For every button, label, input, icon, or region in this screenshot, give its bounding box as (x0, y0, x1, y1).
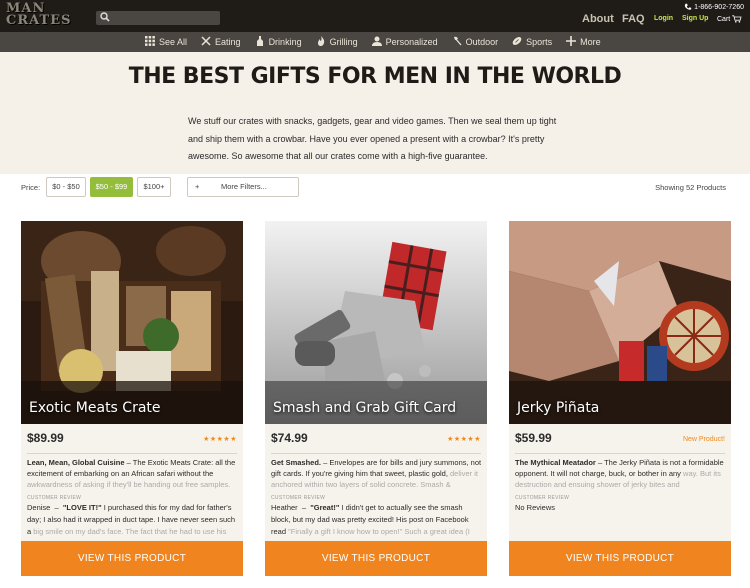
view-product-button[interactable]: VIEW THIS PRODUCT (509, 541, 731, 576)
view-product-button[interactable]: VIEW THIS PRODUCT (21, 541, 243, 576)
customer-review: No Reviews (515, 502, 727, 538)
review-label: CUSTOMER REVIEW (271, 495, 326, 501)
product-count: Showing 52 Products (655, 183, 726, 192)
nav-label: See All (159, 37, 188, 47)
review-author: Heather (271, 503, 298, 512)
grid-icon (145, 36, 155, 46)
description-title: Get Smashed. (271, 458, 322, 467)
customer-review: Denise – "LOVE IT!" I purchased this for… (27, 503, 236, 536)
product-name: Smash and Grab Gift Card (273, 400, 457, 416)
plus-icon: + (195, 182, 200, 191)
view-product-button[interactable]: VIEW THIS PRODUCT (265, 541, 487, 576)
review-fade: big smile on my dad's face. The fact tha… (33, 527, 227, 536)
nav-label: Grilling (329, 37, 358, 47)
review-author: Denise (27, 503, 51, 512)
filter-bar: Price: $0 - $50 $50 - $99 $100+ + More F… (0, 174, 750, 220)
product-card: Smash and Grab Gift Card $74.99 ★★★★★ Ge… (265, 221, 487, 576)
rating-stars: ★★★★★ (447, 436, 481, 443)
divider (271, 453, 481, 454)
nav-label: Drinking (268, 37, 302, 47)
search-icon[interactable] (100, 12, 110, 22)
review-quote: "LOVE IT!" (62, 503, 102, 512)
new-product-badge: New Product! (682, 436, 725, 443)
axe-icon (453, 36, 462, 46)
gift-card-photo (265, 221, 487, 424)
nav-label: Outdoor (465, 37, 499, 47)
top-bar: MAN CRATES 1-866-902-7260 About FAQ Logi… (0, 0, 750, 32)
nav-item-outdoor[interactable]: Outdoor (452, 32, 499, 52)
utensils-icon (201, 36, 211, 46)
product-card: Exotic Meats Crate $89.99 ★★★★★ Lean, Me… (21, 221, 243, 576)
nav-item-eating[interactable]: Eating (201, 32, 241, 52)
price-filter-100-plus[interactable]: $100+ (137, 177, 171, 197)
login-link[interactable]: Login (654, 15, 673, 22)
hero-section: THE BEST GIFTS FOR MEN IN THE WORLD We s… (0, 52, 750, 174)
nav-item-sports[interactable]: Sports (512, 32, 552, 52)
nav-item-more[interactable]: More (566, 32, 601, 52)
product-image[interactable]: Jerky Piñata (509, 221, 731, 424)
nav-item-see-all[interactable]: See All (145, 32, 187, 52)
description-title: Lean, Mean, Global Cuisine (27, 458, 125, 467)
about-link[interactable]: About (582, 13, 614, 25)
description-fade: awkwardness of asking if they'll be hand… (27, 480, 231, 489)
faq-link[interactable]: FAQ (622, 13, 645, 25)
page-title: THE BEST GIFTS FOR MEN IN THE WORLD (128, 64, 622, 89)
rating-stars: ★★★★★ (203, 436, 237, 443)
product-name: Jerky Piñata (517, 400, 600, 416)
description-title: The Mythical Meatador (515, 458, 596, 467)
nav-label: Sports (526, 37, 553, 47)
price-label: Price: (21, 183, 41, 192)
nav-label: Eating (215, 37, 241, 47)
football-icon (512, 37, 522, 45)
price-filter-0-50[interactable]: $0 - $50 (46, 177, 86, 197)
nav-item-personalized[interactable]: Personalized (371, 32, 438, 52)
product-description: The Mythical Meatador – The Jerky Piñata… (515, 457, 727, 491)
category-nav: See All Eating Drinking Grilling Persona… (0, 32, 750, 52)
signup-link[interactable]: Sign Up (682, 15, 708, 22)
phone-number[interactable]: 1-866-902-7260 (684, 3, 744, 11)
product-card: Jerky Piñata $59.99 New Product! The Myt… (509, 221, 731, 576)
customer-review: Heather – "Great!" I didn't get to actua… (271, 502, 483, 538)
more-filters-button[interactable]: + More Filters... (187, 177, 299, 197)
cart-label: Cart (717, 15, 731, 23)
price-filter-50-99[interactable]: $50 - $99 (90, 177, 133, 197)
divider (515, 453, 725, 454)
pinata-photo (509, 221, 731, 424)
person-icon (371, 36, 382, 46)
logo[interactable]: MAN CRATES (6, 2, 86, 29)
divider (27, 453, 237, 454)
review-text: No Reviews (515, 503, 556, 512)
logo-line-2: CRATES (6, 13, 72, 28)
search-input[interactable] (96, 11, 220, 25)
product-price: $89.99 (27, 431, 64, 445)
product-price: $74.99 (271, 431, 308, 445)
nav-item-grilling[interactable]: Grilling (316, 32, 358, 52)
meats-crate-photo (21, 221, 243, 424)
product-price: $59.99 (515, 431, 552, 445)
review-quote: "Great!" (310, 503, 340, 512)
more-filters-label: More Filters... (221, 182, 267, 191)
review-fade: "Finally a gift I know how to open!" Suc… (288, 527, 470, 536)
product-description: Lean, Mean, Global Cuisine – The Exotic … (27, 457, 239, 491)
flame-icon (317, 36, 324, 46)
product-image[interactable]: Exotic Meats Crate (21, 221, 243, 424)
nav-item-drinking[interactable]: Drinking (255, 32, 302, 52)
product-name: Exotic Meats Crate (29, 400, 161, 416)
product-image[interactable]: Smash and Grab Gift Card (265, 221, 487, 424)
plus-icon (566, 36, 577, 46)
nav-label: Personalized (385, 37, 438, 47)
bottle-icon (256, 36, 263, 46)
hero-description: We stuff our crates with snacks, gadgets… (188, 116, 557, 161)
review-label: CUSTOMER REVIEW (27, 495, 82, 501)
cart-link[interactable]: Cart (717, 15, 742, 23)
cart-icon (732, 15, 742, 23)
phone-icon (685, 3, 692, 10)
phone-text: 1-866-902-7260 (694, 3, 744, 11)
nav-label: More (580, 37, 601, 47)
product-description: Get Smashed. – Envelopes are for bills a… (271, 457, 483, 491)
review-label: CUSTOMER REVIEW (515, 495, 570, 501)
